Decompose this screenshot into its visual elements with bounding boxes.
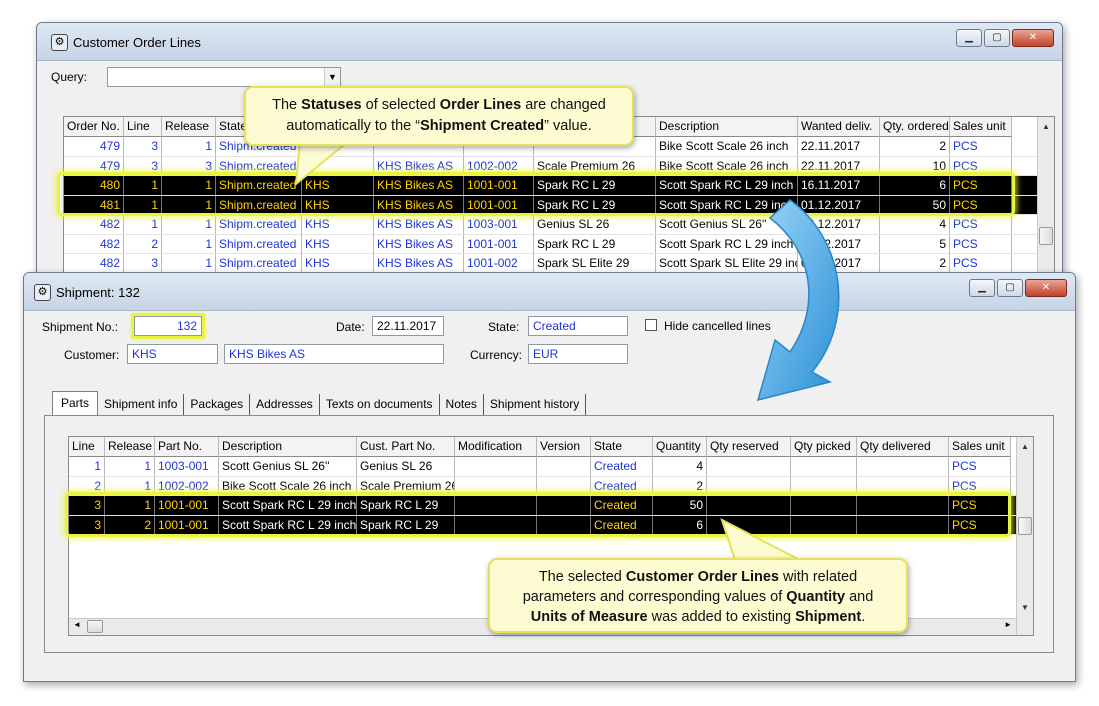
top-callout-pointer — [294, 139, 353, 187]
callout-text: . — [861, 609, 866, 625]
callout-text: automatically to the “ — [286, 118, 421, 134]
callout-text: Shipment — [795, 609, 862, 625]
callout-text: parameters and corresponding values of — [522, 589, 787, 605]
callout-text: with related — [778, 569, 858, 585]
callout-text: Shipment Created — [420, 118, 545, 134]
callout-text: was added to existing — [647, 609, 796, 625]
bottom-callout: The selected Customer Order Lines with r… — [488, 558, 908, 633]
callout-text: and — [845, 589, 874, 605]
callout-text: Customer Order Lines — [625, 569, 779, 585]
top-callout: The Statuses of selected Order Lines are… — [244, 86, 634, 146]
curved-arrow-icon — [756, 199, 840, 402]
callout-text: Statuses — [301, 97, 362, 113]
callout-text: of selected — [361, 97, 440, 113]
callout-text: Quantity — [786, 589, 846, 605]
callout-text: The — [272, 97, 302, 113]
bottom-callout-pointer — [720, 518, 801, 561]
callout-text: Order Lines — [439, 97, 522, 113]
callout-text: are changed — [521, 97, 606, 113]
callout-text: The selected — [538, 569, 626, 585]
callout-text: Units of Measure — [530, 609, 648, 625]
callout-text: ” value. — [544, 118, 592, 134]
